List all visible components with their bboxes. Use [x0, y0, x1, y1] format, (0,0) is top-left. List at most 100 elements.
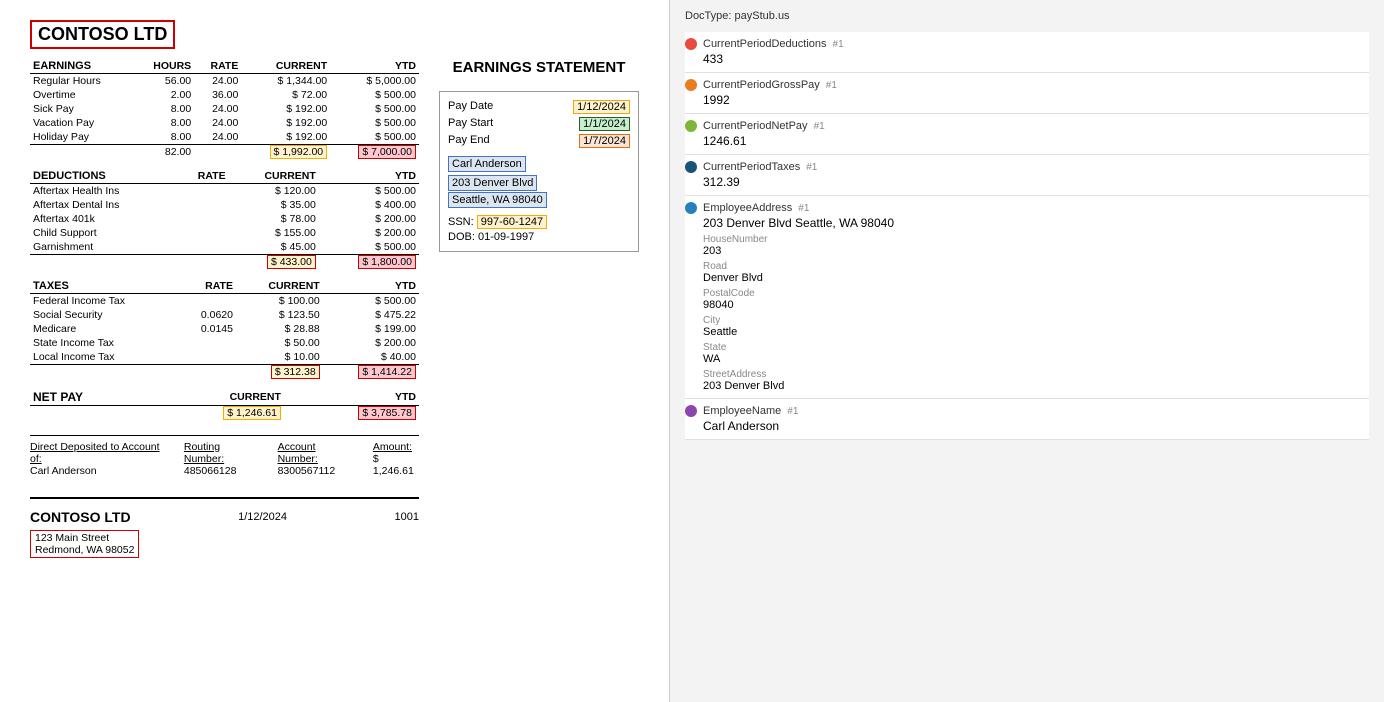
- employee-address2: Seattle, WA 98040: [448, 192, 547, 208]
- earnings-rate-header: RATE: [194, 59, 241, 74]
- netpay-current-header: CURRENT: [149, 389, 284, 406]
- field-dot: [685, 405, 697, 417]
- netpay-ytd: $ 3,785.78: [358, 406, 416, 420]
- footer-section: CONTOSO LTD 1/12/2024 1001 123 Main Stre…: [30, 497, 419, 558]
- company-name: CONTOSO LTD: [30, 20, 175, 49]
- field-item-employeeaddress: EmployeeAddress #1 203 Denver Blvd Seatt…: [685, 196, 1369, 399]
- ded-rate-header: RATE: [175, 169, 228, 184]
- footer-address: 123 Main Street Redmond, WA 98052: [30, 530, 139, 558]
- field-dot: [685, 38, 697, 50]
- ded-ytd-total: $ 1,800.00: [358, 255, 416, 269]
- dob-label: DOB:: [448, 231, 475, 243]
- ssn-row: SSN: 997-60-1247: [448, 216, 630, 228]
- earnings-ytd-total: $ 7,000.00: [358, 145, 416, 159]
- account-value: 8300567112: [278, 465, 353, 477]
- taxes-table: TAXES RATE CURRENT YTD Federal Income Ta…: [30, 279, 419, 379]
- table-row: Medicare 0.0145 $ 28.88 $ 199.00: [30, 322, 419, 336]
- earnings-table: EARNINGS HOURS RATE CURRENT YTD Regular …: [30, 59, 419, 159]
- pay-start-row: Pay Start 1/1/2024: [448, 117, 630, 131]
- sub-field-road: Road Denver Blvd: [685, 261, 1369, 284]
- table-row: Regular Hours 56.00 24.00 $ 1,344.00 $ 5…: [30, 74, 419, 89]
- netpay-table: NET PAY CURRENT YTD $ 1,246.61 $ 3,785.7…: [30, 389, 419, 420]
- earnings-title: EARNINGS STATEMENT: [439, 59, 639, 76]
- pay-date-value: 1/12/2024: [573, 100, 630, 114]
- tax-rate-header: RATE: [178, 279, 236, 294]
- footer-street: 123 Main Street: [35, 532, 134, 544]
- dd-name: Carl Anderson: [30, 465, 164, 477]
- footer-company: CONTOSO LTD: [30, 509, 131, 525]
- footer-city-state: Redmond, WA 98052: [35, 544, 134, 556]
- field-dot: [685, 79, 697, 91]
- table-row: Aftertax 401k $ 78.00 $ 200.00: [30, 212, 419, 226]
- dob-row: DOB: 01-09-1997: [448, 231, 630, 243]
- employee-name: Carl Anderson: [448, 156, 526, 172]
- table-row: Sick Pay 8.00 24.00 $ 192.00 $ 500.00: [30, 102, 419, 116]
- data-panel: DocType: payStub.us CurrentPeriodDeducti…: [670, 0, 1384, 702]
- tax-current-header: CURRENT: [236, 279, 323, 294]
- pay-start-label: Pay Start: [448, 117, 493, 131]
- field-item-currentperiodtaxes: CurrentPeriodTaxes #1 312.39: [685, 155, 1369, 196]
- field-item-employeename: EmployeeName #1 Carl Anderson: [685, 399, 1369, 440]
- document-panel: CONTOSO LTD EARNINGS HOURS RATE CURRENT …: [0, 0, 670, 702]
- tax-ytd-header: YTD: [323, 279, 419, 294]
- ssn-label: SSN:: [448, 216, 474, 228]
- table-row: Garnishment $ 45.00 $ 500.00: [30, 240, 419, 255]
- sub-field-housenumber: HouseNumber 203: [685, 234, 1369, 257]
- sub-field-state: State WA: [685, 342, 1369, 365]
- table-row: State Income Tax $ 50.00 $ 200.00: [30, 336, 419, 350]
- ssn-value: 997-60-1247: [477, 215, 547, 229]
- table-row: Local Income Tax $ 10.00 $ 40.00: [30, 350, 419, 365]
- tax-current-total: $ 312.38: [271, 365, 320, 379]
- table-row: Vacation Pay 8.00 24.00 $ 192.00 $ 500.0…: [30, 116, 419, 130]
- netpay-label: NET PAY: [30, 389, 149, 406]
- taxes-total-row: $ 312.38 $ 1,414.22: [30, 365, 419, 380]
- field-item-currentperiodgrosspay: CurrentPeriodGrossPay #1 1992: [685, 73, 1369, 114]
- earnings-current-header: CURRENT: [241, 59, 330, 74]
- dd-label: Direct Deposited to Account of:: [30, 441, 164, 465]
- field-item-currentperiodnetpay: CurrentPeriodNetPay #1 1246.61: [685, 114, 1369, 155]
- fields-container: CurrentPeriodDeductions #1 433 CurrentPe…: [685, 32, 1369, 440]
- table-row: Holiday Pay 8.00 24.00 $ 192.00 $ 500.00: [30, 130, 419, 145]
- table-row: Federal Income Tax $ 100.00 $ 500.00: [30, 294, 419, 309]
- pay-end-row: Pay End 1/7/2024: [448, 134, 630, 148]
- earnings-ytd-header: YTD: [330, 59, 419, 74]
- footer-date: 1/12/2024: [238, 511, 287, 523]
- pay-end-label: Pay End: [448, 134, 490, 148]
- direct-deposit-section: Direct Deposited to Account of: Carl And…: [30, 435, 419, 477]
- netpay-ytd-header: YTD: [284, 389, 419, 406]
- field-item-currentperioddeductions: CurrentPeriodDeductions #1 433: [685, 32, 1369, 73]
- pay-end-value: 1/7/2024: [579, 134, 630, 148]
- table-row: Overtime 2.00 36.00 $ 72.00 $ 500.00: [30, 88, 419, 102]
- field-dot: [685, 120, 697, 132]
- sub-field-postalcode: PostalCode 98040: [685, 288, 1369, 311]
- pay-start-value: 1/1/2024: [579, 117, 630, 131]
- pay-info-panel: Pay Date 1/12/2024 Pay Start 1/1/2024 Pa…: [439, 91, 639, 252]
- dd-amount-value: $ 1,246.61: [373, 453, 419, 477]
- netpay-current: $ 1,246.61: [223, 406, 281, 420]
- dd-amount-label: Amount:: [373, 441, 419, 453]
- pay-date-row: Pay Date 1/12/2024: [448, 100, 630, 114]
- sub-field-streetaddress: StreetAddress 203 Denver Blvd: [685, 369, 1369, 392]
- table-row: Child Support $ 155.00 $ 200.00: [30, 226, 419, 240]
- tax-ytd-total: $ 1,414.22: [358, 365, 416, 379]
- field-dot: [685, 202, 697, 214]
- table-row: Aftertax Dental Ins $ 35.00 $ 400.00: [30, 198, 419, 212]
- deductions-table: DEDUCTIONS RATE CURRENT YTD Aftertax Hea…: [30, 169, 419, 269]
- ded-ytd-header: YTD: [319, 169, 419, 184]
- netpay-total-row: $ 1,246.61 $ 3,785.78: [30, 406, 419, 421]
- deductions-section-label: DEDUCTIONS: [30, 169, 175, 184]
- field-dot: [685, 161, 697, 173]
- footer-number: 1001: [395, 511, 419, 523]
- account-label: Account Number:: [278, 441, 353, 465]
- deductions-total-row: $ 433.00 $ 1,800.00: [30, 255, 419, 270]
- ded-current-header: CURRENT: [229, 169, 319, 184]
- earnings-total-row: 82.00 $ 1,992.00 $ 7,000.00: [30, 145, 419, 160]
- routing-label: Routing Number:: [184, 441, 258, 465]
- pay-info-box: EARNINGS STATEMENT Pay Date 1/12/2024 Pa…: [439, 59, 639, 558]
- ded-current-total: $ 433.00: [267, 255, 316, 269]
- earnings-hours-header: HOURS: [133, 59, 194, 74]
- table-row: Social Security 0.0620 $ 123.50 $ 475.22: [30, 308, 419, 322]
- dob-value: 01-09-1997: [478, 231, 534, 243]
- pay-date-label: Pay Date: [448, 100, 493, 114]
- doctype-label: DocType: payStub.us: [685, 10, 1369, 22]
